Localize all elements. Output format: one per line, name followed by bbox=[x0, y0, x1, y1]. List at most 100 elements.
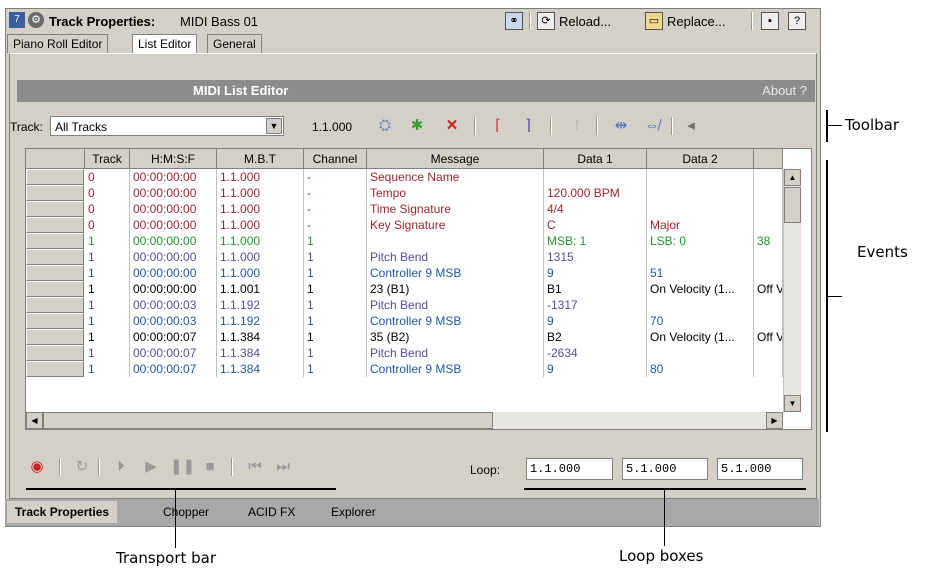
cell-extra[interactable]: Off V bbox=[754, 281, 783, 297]
cell-track[interactable]: 1 bbox=[85, 281, 130, 297]
cell-data1[interactable]: 120.000 BPM bbox=[544, 185, 647, 201]
filter-icon[interactable]: ⇹ bbox=[610, 115, 632, 137]
cell-message[interactable]: Controller 9 MSB bbox=[367, 265, 544, 281]
row-header[interactable] bbox=[26, 361, 84, 377]
cell-data2[interactable]: 51 bbox=[647, 265, 754, 281]
cell-data2[interactable]: Major bbox=[647, 217, 754, 233]
event-list[interactable]: Track H:M:S:F M.B.T Channel Message Data… bbox=[25, 148, 812, 430]
cell-message[interactable]: 23 (B1) bbox=[367, 281, 544, 297]
cell-track[interactable]: 1 bbox=[85, 297, 130, 313]
cell-extra[interactable] bbox=[754, 313, 783, 329]
tab-list-editor[interactable]: List Editor bbox=[132, 34, 198, 54]
about-link[interactable]: About ? bbox=[762, 83, 807, 98]
cell-data2[interactable]: On Velocity (1... bbox=[647, 329, 754, 345]
go-to-end-icon[interactable]: ⏭ bbox=[273, 456, 293, 478]
cell-data1[interactable]: 1315 bbox=[544, 249, 647, 265]
cell-extra[interactable] bbox=[754, 249, 783, 265]
loop-icon[interactable]: ↻ bbox=[72, 456, 92, 478]
go-to-start-icon[interactable]: ⏮ bbox=[245, 456, 265, 478]
cell-mbt[interactable]: 1.1.000 bbox=[217, 169, 304, 185]
cell-hmsf[interactable]: 00:00:00:03 bbox=[130, 313, 217, 329]
cell-channel[interactable]: - bbox=[304, 185, 367, 201]
cell-channel[interactable]: 1 bbox=[304, 281, 367, 297]
cell-extra[interactable]: 38 bbox=[754, 233, 783, 249]
select-end-icon[interactable]: ⌉ bbox=[517, 115, 539, 137]
vertical-scroll-thumb[interactable] bbox=[784, 187, 801, 223]
cell-track[interactable]: 0 bbox=[85, 201, 130, 217]
help-button[interactable]: ? bbox=[788, 11, 806, 31]
table-row[interactable]: 1 00:00:00:03 1.1.192 1 Controller 9 MSB 9 70 bbox=[26, 313, 786, 329]
cell-message[interactable]: Pitch Bend bbox=[367, 297, 544, 313]
cell-channel[interactable]: 1 bbox=[304, 265, 367, 281]
column-header-mbt[interactable]: M.B.T bbox=[217, 149, 304, 169]
cell-data2[interactable] bbox=[647, 297, 754, 313]
cell-hmsf[interactable]: 00:00:00:00 bbox=[130, 185, 217, 201]
select-start-icon[interactable]: ⌈ bbox=[487, 115, 509, 137]
column-header-track[interactable]: Track bbox=[85, 149, 130, 169]
show-events-icon[interactable]: ⛭ bbox=[374, 115, 396, 137]
cell-hmsf[interactable]: 00:00:00:00 bbox=[130, 233, 217, 249]
cell-channel[interactable]: 1 bbox=[304, 297, 367, 313]
table-row[interactable]: 1 00:00:00:00 1.1.000 1 Controller 9 MSB 9 51 bbox=[26, 265, 786, 281]
cell-extra[interactable] bbox=[754, 361, 783, 377]
cell-extra[interactable] bbox=[754, 201, 783, 217]
cell-extra[interactable] bbox=[754, 185, 783, 201]
cell-data1[interactable] bbox=[544, 169, 647, 185]
cell-data2[interactable]: LSB: 0 bbox=[647, 233, 754, 249]
cell-message[interactable]: Pitch Bend bbox=[367, 249, 544, 265]
table-row[interactable]: 0 00:00:00:00 1.1.000- Key Signature C Major bbox=[26, 217, 786, 233]
cell-extra[interactable] bbox=[754, 217, 783, 233]
row-header[interactable] bbox=[26, 217, 84, 233]
cell-track[interactable]: 1 bbox=[85, 313, 130, 329]
horizontal-scroll-thumb[interactable] bbox=[43, 412, 493, 429]
chase-icon[interactable]: ⇎ bbox=[641, 115, 663, 137]
play-from-start-icon[interactable]: ⏵ bbox=[111, 456, 131, 478]
cell-track[interactable]: 1 bbox=[85, 329, 130, 345]
tab-track-properties[interactable]: Track Properties bbox=[7, 501, 118, 523]
cell-data2[interactable]: 70 bbox=[647, 313, 754, 329]
cell-hmsf[interactable]: 00:00:00:07 bbox=[130, 329, 217, 345]
cell-channel[interactable]: 1 bbox=[304, 313, 367, 329]
cell-track[interactable]: 0 bbox=[85, 185, 130, 201]
cell-message[interactable]: Key Signature bbox=[367, 217, 544, 233]
cell-data1[interactable]: -2634 bbox=[544, 345, 647, 361]
table-row[interactable]: 1 00:00:00:00 1.1.000 1 Pitch Bend 1315 bbox=[26, 249, 786, 265]
cell-mbt[interactable]: 1.1.000 bbox=[217, 201, 304, 217]
cell-channel[interactable]: 1 bbox=[304, 233, 367, 249]
cell-extra[interactable] bbox=[754, 345, 783, 361]
cell-channel[interactable]: - bbox=[304, 217, 367, 233]
loop-start-field[interactable]: 1.1.000 bbox=[526, 458, 613, 480]
row-header[interactable] bbox=[26, 233, 84, 249]
table-row[interactable]: 1 00:00:00:07 1.1.384 1 Controller 9 MSB 9 80 bbox=[26, 361, 786, 377]
cell-track[interactable]: 0 bbox=[85, 169, 130, 185]
cell-channel[interactable]: 1 bbox=[304, 329, 367, 345]
cell-mbt[interactable]: 1.1.192 bbox=[217, 313, 304, 329]
cell-data1[interactable]: 9 bbox=[544, 265, 647, 281]
column-header-message[interactable]: Message bbox=[367, 149, 544, 169]
table-row[interactable]: 0 00:00:00:00 1.1.000- Time Signature 4/4 bbox=[26, 201, 786, 217]
cell-mbt[interactable]: 1.1.000 bbox=[217, 217, 304, 233]
cell-hmsf[interactable]: 00:00:00:00 bbox=[130, 265, 217, 281]
row-header[interactable] bbox=[26, 297, 84, 313]
loop-end-field[interactable]: 5.1.000 bbox=[622, 458, 708, 480]
cell-data2[interactable] bbox=[647, 201, 754, 217]
link-button[interactable]: ⚭ bbox=[505, 11, 523, 31]
cell-data1[interactable]: C bbox=[544, 217, 647, 233]
insert-event-icon[interactable]: ✱ bbox=[406, 115, 428, 137]
cell-extra[interactable]: Off V bbox=[754, 329, 783, 345]
cell-message[interactable] bbox=[367, 233, 544, 249]
scroll-up-icon[interactable]: ▲ bbox=[784, 169, 801, 186]
record-icon[interactable]: ◉ bbox=[27, 456, 47, 478]
cell-data1[interactable]: MSB: 1 bbox=[544, 233, 647, 249]
cell-message[interactable]: Tempo bbox=[367, 185, 544, 201]
pause-icon[interactable]: ❚❚ bbox=[170, 456, 195, 478]
cell-data1[interactable]: B2 bbox=[544, 329, 647, 345]
row-header[interactable] bbox=[26, 185, 84, 201]
cell-channel[interactable]: 1 bbox=[304, 249, 367, 265]
delete-event-icon[interactable]: ✕ bbox=[441, 115, 463, 137]
cell-channel[interactable]: 1 bbox=[304, 345, 367, 361]
stop-icon[interactable]: ■ bbox=[200, 456, 220, 478]
cell-track[interactable]: 0 bbox=[85, 217, 130, 233]
row-header[interactable] bbox=[26, 345, 84, 361]
column-header-channel[interactable]: Channel bbox=[304, 149, 367, 169]
